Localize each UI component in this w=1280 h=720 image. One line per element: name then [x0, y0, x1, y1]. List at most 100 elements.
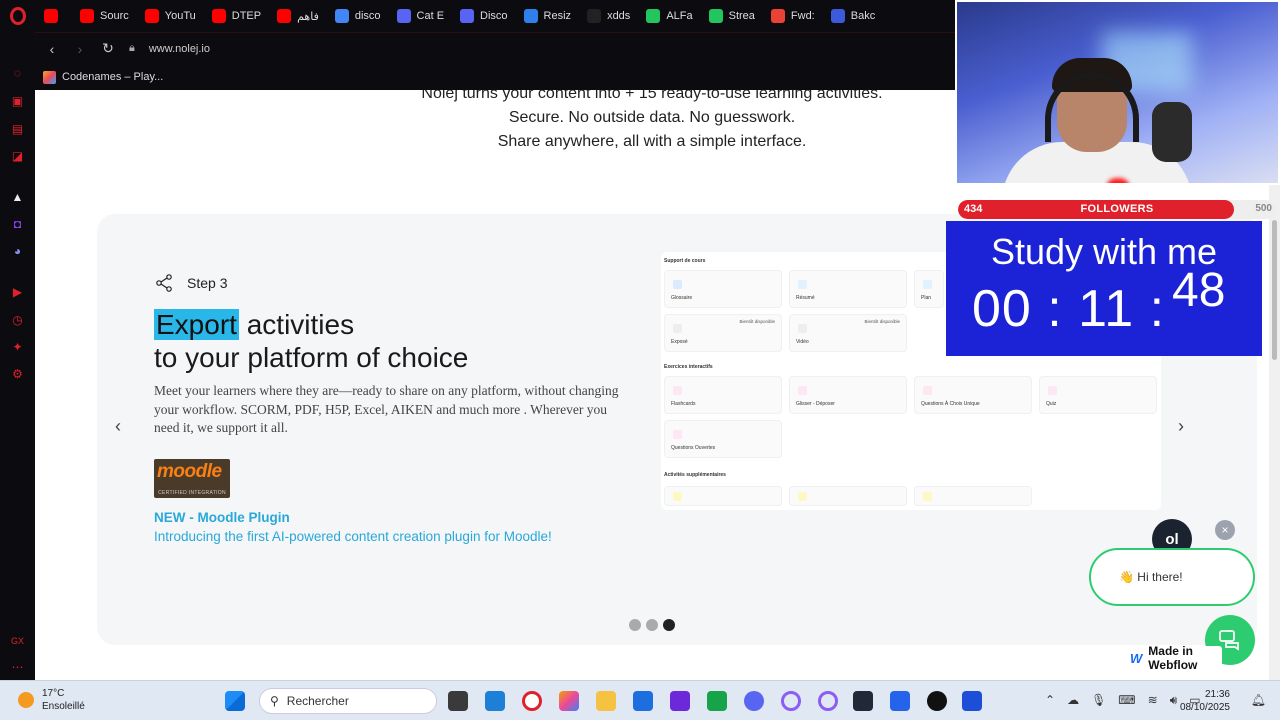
webflow-badge[interactable]: W Made in Webflow: [1122, 644, 1222, 672]
browser-tab[interactable]: [36, 0, 72, 32]
twitch-icon[interactable]: ◘: [9, 215, 26, 232]
tile-glossaire: Glossaire: [664, 270, 782, 308]
browser-tab[interactable]: xdds: [579, 0, 638, 32]
games-icon[interactable]: ▤: [9, 120, 26, 137]
browser-tab[interactable]: Cat E: [389, 0, 453, 32]
tile-expose: Bientôt disponible Exposé: [664, 314, 782, 352]
carousel-dot[interactable]: [646, 619, 658, 631]
volume-icon[interactable]: 🔊︎: [1170, 693, 1178, 708]
store-icon[interactable]: [633, 691, 653, 711]
heading-highlight: Export: [154, 309, 239, 340]
microphone-icon[interactable]: 🎙︎: [1091, 693, 1106, 708]
carousel-next-icon[interactable]: ›: [1178, 416, 1184, 437]
taskbar-search[interactable]: ⚲ Rechercher: [259, 688, 437, 714]
tile-glisser: Glisser - Déposer: [789, 376, 907, 414]
scrollbar-thumb[interactable]: [1272, 220, 1277, 360]
browser-tab[interactable]: Bakc: [823, 0, 883, 32]
search-icon: ⚲: [270, 694, 279, 708]
carousel-prev-icon[interactable]: ‹: [115, 416, 121, 437]
tab-favicon-icon: [708, 9, 723, 23]
bookmark-label: Codenames – Play...: [62, 71, 164, 83]
browser-tab[interactable]: فاهم: [269, 0, 327, 32]
airdrop-icon[interactable]: ▲: [9, 188, 26, 205]
app-icon[interactable]: [670, 691, 690, 711]
lock-icon: 🔒︎: [129, 42, 135, 54]
widget-icon[interactable]: [485, 691, 505, 711]
heading-line-2: to your platform of choice: [154, 342, 469, 373]
chat-greeting-bubble[interactable]: 👋 Hi there!: [1089, 548, 1255, 606]
opera-gx-icon[interactable]: [781, 691, 801, 711]
messenger-icon[interactable]: ◪: [9, 147, 26, 164]
obs-icon[interactable]: [927, 691, 947, 711]
xbox-icon[interactable]: [707, 691, 727, 711]
gx-icon[interactable]: GX: [9, 632, 26, 649]
browser-tab[interactable]: Resiz: [516, 0, 580, 32]
clock[interactable]: 21:36 08/10/2025: [1180, 688, 1230, 714]
settings-icon[interactable]: ⚙: [9, 365, 26, 382]
browser-tab[interactable]: Disco: [452, 0, 516, 32]
task-view-icon[interactable]: [448, 691, 468, 711]
aria-icon[interactable]: ◌: [9, 64, 26, 81]
tile-extra-1: [664, 486, 782, 506]
tab-label: Fwd:: [790, 10, 815, 22]
keyboard-icon[interactable]: ⌨: [1118, 693, 1135, 708]
tile-qcu: Questions À Choix Unique: [914, 376, 1032, 414]
history-icon[interactable]: ◷: [9, 311, 26, 328]
opera-logo[interactable]: [0, 0, 36, 32]
browser-tab[interactable]: ALFa: [638, 0, 700, 32]
section-heading: Export activities to your platform of ch…: [154, 308, 468, 374]
moodle-logo[interactable]: moodle CERTIFIED INTEGRATION: [154, 459, 230, 498]
tab-favicon-icon: [80, 9, 94, 23]
webcam-overlay: [955, 0, 1280, 185]
extensions-icon[interactable]: ✦: [9, 338, 26, 355]
browser-tab[interactable]: disco: [327, 0, 389, 32]
forward-icon[interactable]: ›: [69, 41, 91, 57]
chevron-up-icon[interactable]: ⌃: [1045, 693, 1055, 708]
file-explorer-icon[interactable]: [596, 691, 616, 711]
section-support: Support de cours: [664, 258, 706, 264]
tab-label: DTEP: [231, 10, 262, 22]
carousel-dot[interactable]: [629, 619, 641, 631]
discord-taskbar-icon[interactable]: [744, 691, 764, 711]
more-icon[interactable]: ⋯: [9, 658, 26, 675]
back-icon[interactable]: ‹: [41, 41, 63, 57]
bookmark-codenames[interactable]: Codenames – Play...: [43, 70, 164, 84]
tab-favicon-icon: [460, 9, 475, 23]
opera-gx-icon-2[interactable]: [818, 691, 838, 711]
cloud-icon[interactable]: ☁: [1067, 693, 1079, 708]
word-icon[interactable]: [962, 691, 982, 711]
plugin-description-link[interactable]: Introducing the first AI-powered content…: [154, 529, 552, 544]
url-field[interactable]: www.nolej.io: [149, 43, 210, 55]
tab-label: Strea: [728, 10, 755, 22]
tab-favicon-icon: [523, 9, 538, 23]
notification-icon[interactable]: 🔔︎: [1251, 693, 1266, 707]
player-icon[interactable]: ▶: [9, 283, 26, 300]
chat-close-icon[interactable]: ×: [1215, 520, 1235, 540]
terminal-icon[interactable]: [853, 691, 873, 711]
weather-widget[interactable]: 17°C Ensoleillé: [18, 687, 85, 713]
followers-current: 434: [964, 203, 983, 215]
browser-tab[interactable]: Strea: [701, 0, 763, 32]
reload-icon[interactable]: ↻: [97, 40, 119, 57]
crypto-wallet-icon[interactable]: ▣: [9, 92, 26, 109]
browser-tab[interactable]: DTEP: [204, 0, 269, 32]
tile-quiz: Quiz: [1039, 376, 1157, 414]
vscode-icon[interactable]: [890, 691, 910, 711]
tab-label: Bakc: [850, 10, 876, 22]
timer-seconds: 48: [1172, 264, 1226, 317]
browser-tab[interactable]: YouTu: [137, 0, 204, 32]
new-plugin-link[interactable]: NEW - Moodle Plugin: [154, 510, 290, 525]
opera-taskbar-icon[interactable]: [522, 691, 542, 711]
tab-favicon-icon: [334, 9, 349, 23]
browser-tab[interactable]: Fwd:: [763, 0, 823, 32]
carousel-dot-active[interactable]: [663, 619, 675, 631]
timer-hours-minutes: 00 : 11 :: [972, 280, 1166, 338]
wifi-icon[interactable]: ≋: [1148, 693, 1158, 708]
windows-start-icon[interactable]: [225, 691, 245, 711]
copilot-icon[interactable]: [559, 691, 579, 711]
discord-icon[interactable]: ◕: [9, 242, 26, 259]
browser-tab[interactable]: Sourc: [72, 0, 137, 32]
tile-flashcards: Flashcards: [664, 376, 782, 414]
tab-favicon-icon: [144, 9, 159, 23]
carousel-dots: [629, 619, 675, 631]
